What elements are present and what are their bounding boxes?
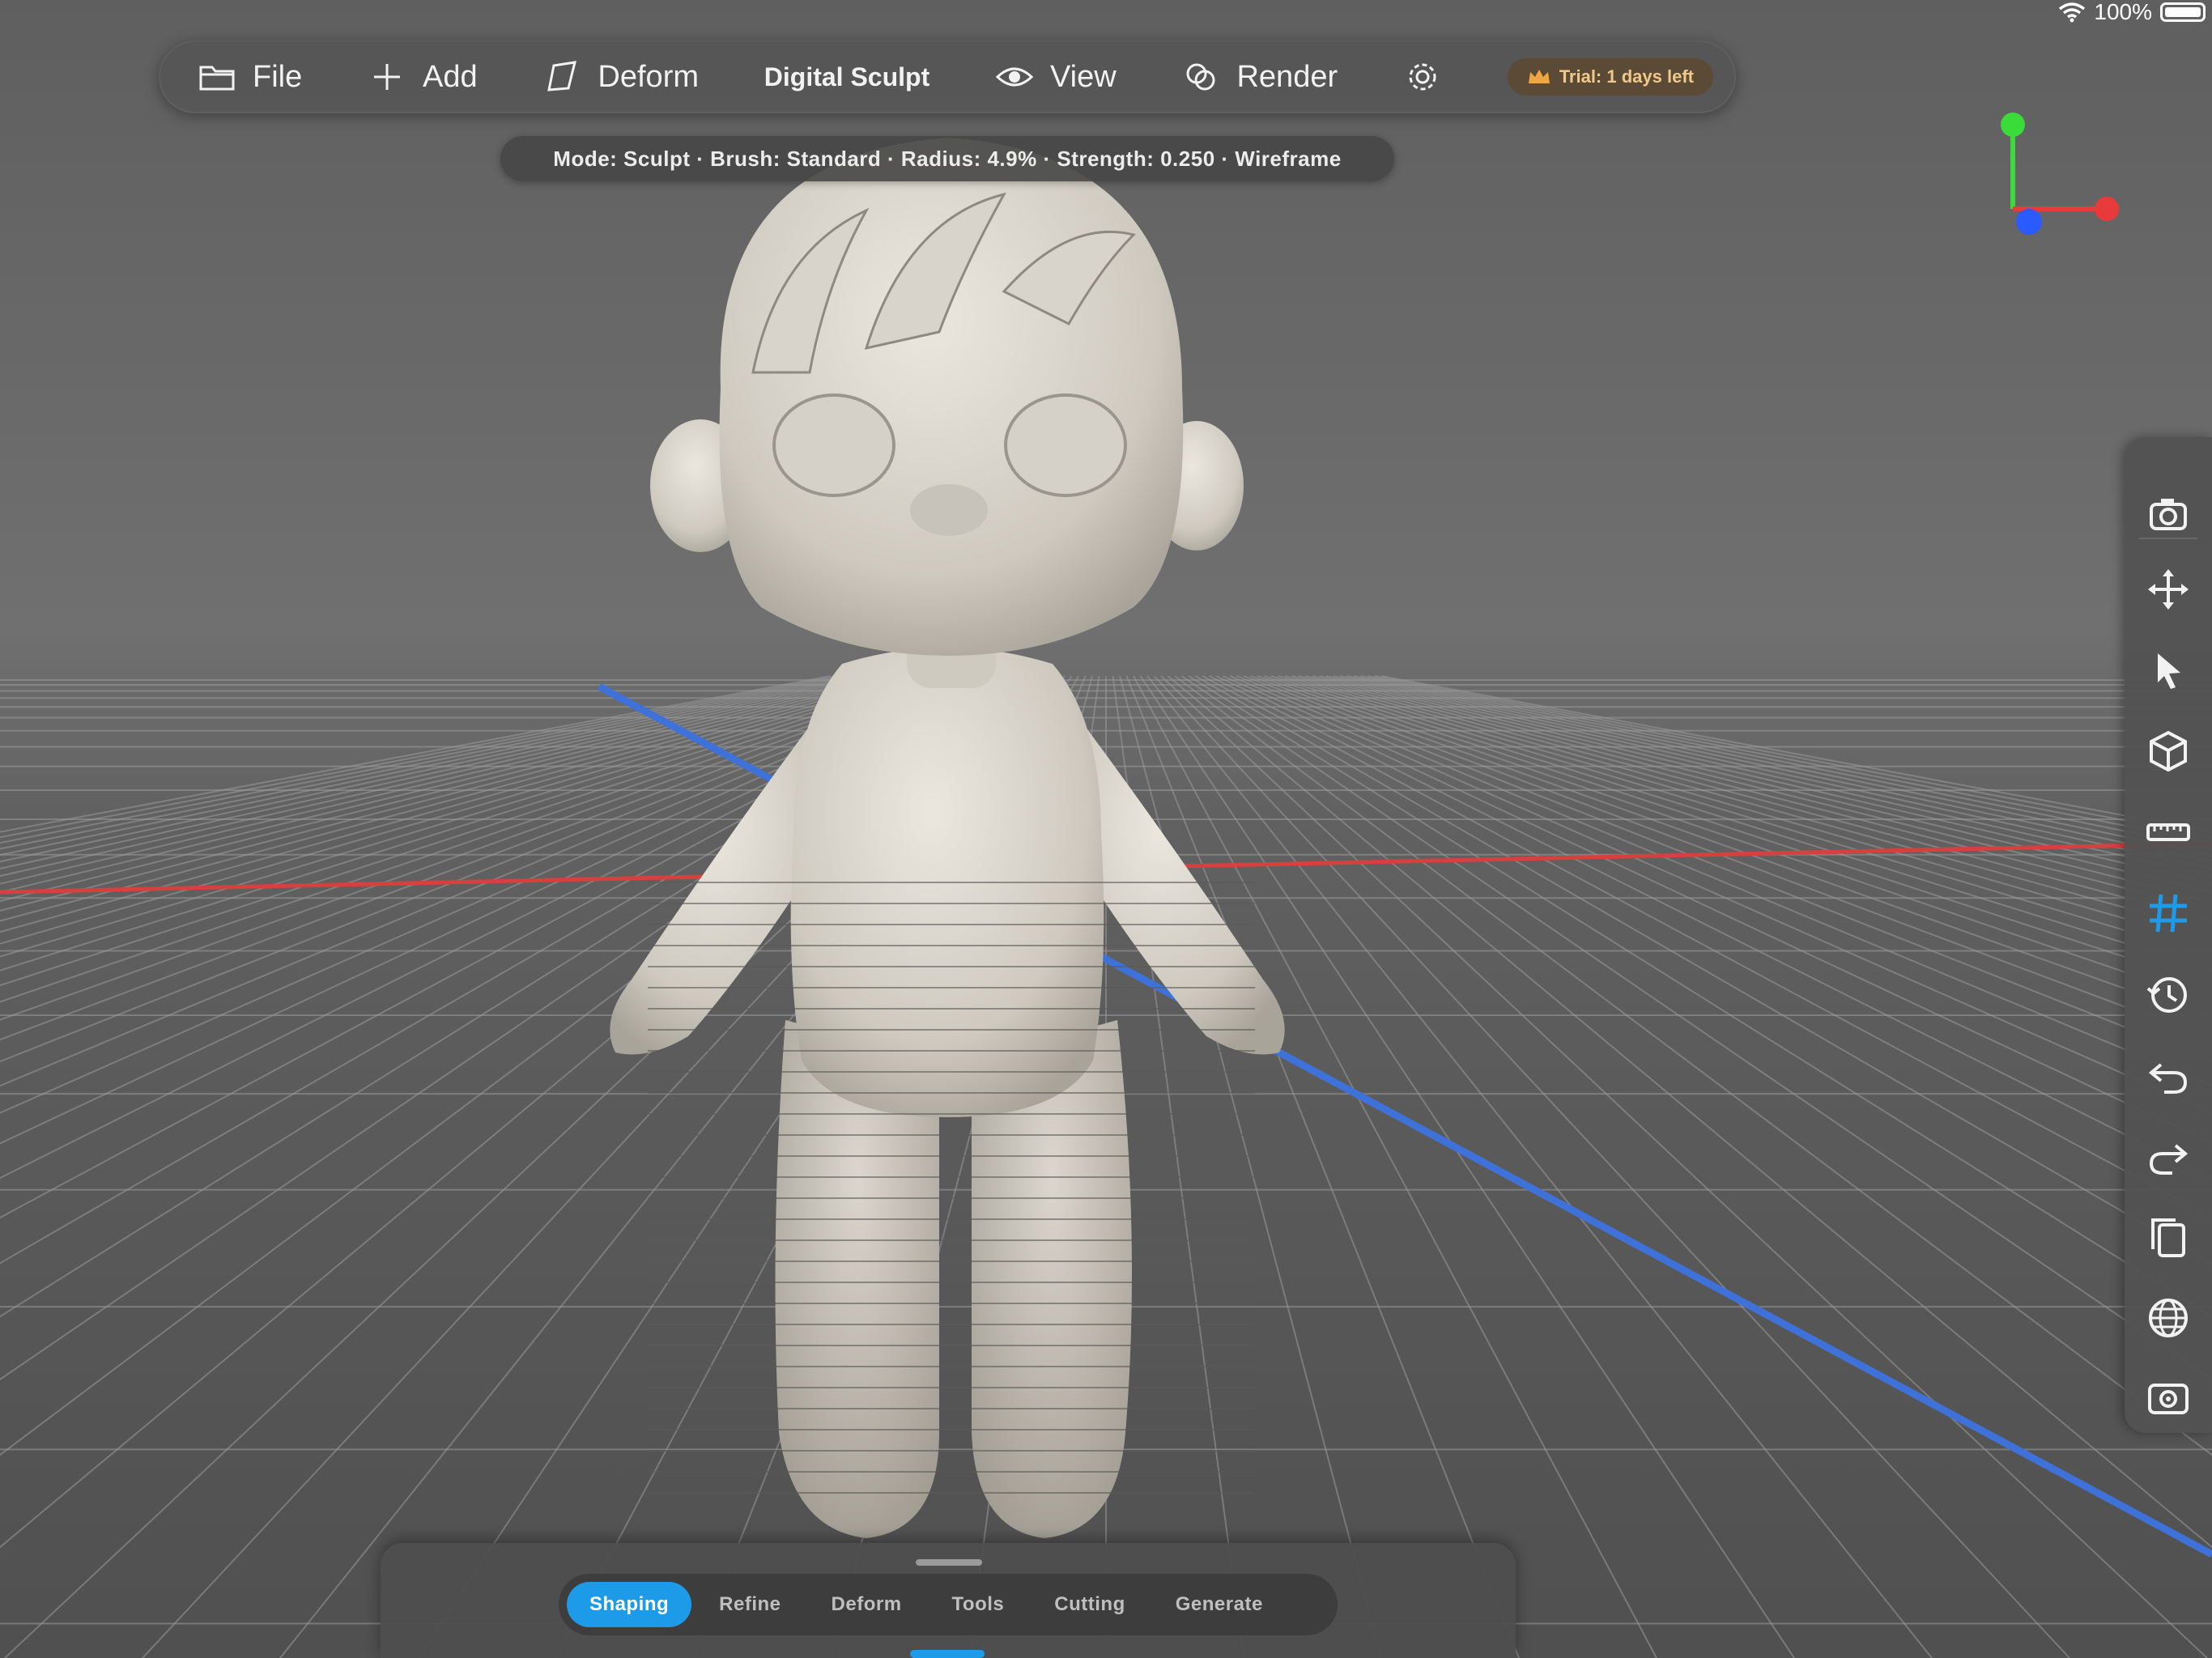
add-menu-label: Add: [423, 59, 478, 94]
file-menu-label: File: [253, 59, 303, 94]
history-icon: [2146, 977, 2187, 1013]
tab-label: Generate: [1175, 1593, 1263, 1615]
plus-icon: [374, 64, 401, 90]
cube-icon: [2150, 730, 2187, 772]
sculpt-figure[interactable]: [486, 105, 1376, 1546]
add-menu-button[interactable]: Add: [368, 57, 478, 96]
rail-camera-button[interactable]: [2125, 481, 2212, 546]
rail-undo-button[interactable]: [2125, 1043, 2212, 1107]
deform-menu-label: Deform: [598, 59, 699, 94]
file-menu-button[interactable]: File: [198, 57, 302, 96]
right-tool-rail: [2125, 437, 2212, 1433]
panel-drag-handle[interactable]: [916, 1559, 982, 1566]
mode-status-bar: Mode: Sculpt · Brush: Standard · Radius:…: [500, 136, 1394, 181]
trial-badge-label: Trial: 1 days left: [1559, 66, 1694, 87]
tab-label: Deform: [831, 1593, 902, 1615]
bottom-tool-panel: Shaping Refine Deform Tools Cutting Generate: [381, 1543, 1516, 1658]
status-bar: 100%: [2058, 0, 2212, 24]
rail-copy-button[interactable]: [2125, 1205, 2212, 1269]
rail-redo-button[interactable]: [2125, 1124, 2212, 1188]
tab-refine[interactable]: Refine: [696, 1582, 803, 1627]
crown-icon: [1528, 70, 1550, 83]
move-icon: [2148, 569, 2189, 610]
view-menu-button[interactable]: View: [995, 57, 1117, 96]
home-indicator: [910, 1650, 985, 1658]
rail-separator: [2139, 538, 2197, 539]
rail-move-button[interactable]: [2125, 557, 2212, 622]
rail-cube-button[interactable]: [2125, 719, 2212, 784]
tab-label: Cutting: [1054, 1593, 1125, 1615]
mode-status-text: Mode: Sculpt · Brush: Standard · Radius:…: [553, 146, 1342, 171]
app-title: Digital Sculpt: [764, 62, 929, 92]
rail-history-button[interactable]: [2125, 962, 2212, 1027]
deform-icon: [547, 61, 577, 91]
render-icon: [1186, 63, 1215, 91]
view-menu-label: View: [1050, 59, 1117, 94]
tab-label: Refine: [719, 1593, 781, 1615]
tab-shaping[interactable]: Shaping: [567, 1582, 692, 1627]
top-toolbar: File Add Deform Digital Sculpt View Rend…: [159, 40, 1736, 113]
tab-generate[interactable]: Generate: [1153, 1582, 1286, 1627]
pointer-icon: [2158, 653, 2180, 689]
ruler-icon: [2146, 823, 2190, 841]
axis-gizmo[interactable]: [1992, 105, 2129, 243]
tab-label: Shaping: [589, 1593, 670, 1615]
tab-deform[interactable]: Deform: [809, 1582, 925, 1627]
undo-icon: [2148, 1063, 2188, 1094]
settings-button[interactable]: [1403, 57, 1442, 96]
copy-icon: [2151, 1218, 2185, 1257]
tool-category-tabs: Shaping Refine Deform Tools Cutting Generate: [559, 1574, 1338, 1635]
rail-grid-button[interactable]: [2125, 881, 2212, 946]
tab-tools[interactable]: Tools: [929, 1582, 1027, 1627]
battery-icon: [2160, 2, 2206, 22]
app-title-label: Digital Sculpt: [764, 62, 930, 91]
rail-pointer-button[interactable]: [2125, 638, 2212, 703]
trial-badge[interactable]: Trial: 1 days left: [1507, 58, 1713, 96]
globe-icon: [2149, 1299, 2188, 1337]
deform-menu-button[interactable]: Deform: [542, 57, 699, 96]
tab-label: Tools: [951, 1593, 1005, 1615]
battery-percentage: 100%: [2094, 0, 2152, 24]
folder-icon: [199, 66, 235, 91]
render-menu-label: Render: [1236, 59, 1338, 94]
rail-globe-button[interactable]: [2125, 1286, 2212, 1350]
camera-icon: [2150, 499, 2187, 530]
screenshot-icon: [2148, 1384, 2189, 1414]
gear-icon: [1409, 63, 1436, 91]
tab-cutting[interactable]: Cutting: [1032, 1582, 1147, 1627]
redo-icon: [2149, 1144, 2189, 1175]
3d-viewport[interactable]: [0, 0, 2212, 1658]
eye-icon: [995, 67, 1034, 87]
wifi-icon: [2059, 2, 2086, 23]
grid-icon: [2150, 894, 2187, 933]
rail-screenshot-button[interactable]: [2125, 1367, 2212, 1431]
render-menu-button[interactable]: Render: [1181, 57, 1338, 96]
rail-ruler-button[interactable]: [2125, 800, 2212, 865]
